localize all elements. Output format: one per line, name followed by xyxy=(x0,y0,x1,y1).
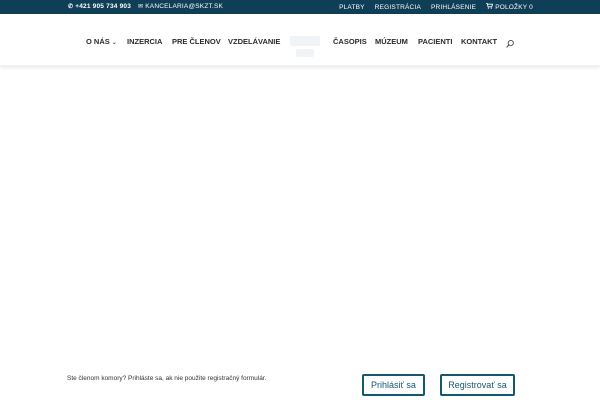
nav-item-vzdelavanie-label: VZDELÁVANIE xyxy=(228,37,281,46)
contact-info: ✆ +421 905 734 903 ✉ KANCELARIA@SKZT.SK xyxy=(68,3,223,10)
nav-item-kontakt-label: KONTAKT xyxy=(461,37,498,46)
login-prompt-text: Ste členom komory? Prihláste sa, ak nie … xyxy=(67,375,267,382)
register-button[interactable]: Registrovať sa xyxy=(440,374,515,396)
search-icon[interactable] xyxy=(505,36,515,48)
link-prihlasenie-label: PRIHLÁSENIE xyxy=(431,3,477,11)
link-platby-label: PLATBY xyxy=(339,3,365,11)
phone-icon: ✆ xyxy=(68,4,74,10)
nav-item-inzercia-label: INZERCIA xyxy=(127,37,163,46)
nav-item-muzeum-label: MÚZEUM xyxy=(375,37,408,46)
email-address: KANCELARIA@SKZT.SK xyxy=(145,3,224,10)
login-prompt-bar: Ste členom komory? Prihláste sa, ak nie … xyxy=(0,364,600,400)
nav-item-o-nas[interactable]: O NÁS ⌄ xyxy=(86,37,117,46)
nav-item-pre-clenov[interactable]: PRE ČLENOV xyxy=(172,37,221,46)
email-link[interactable]: ✉ KANCELARIA@SKZT.SK xyxy=(138,3,223,10)
nav-item-kontakt[interactable]: KONTAKT xyxy=(461,37,497,46)
nav-item-pre-clenov-label: PRE ČLENOV xyxy=(172,37,221,46)
cart-label: POLOŽKY 0 xyxy=(495,3,533,11)
link-platby[interactable]: PLATBY xyxy=(339,4,365,11)
phone-link[interactable]: ✆ +421 905 734 903 xyxy=(68,3,131,10)
nav-item-vzdelavanie[interactable]: VZDELÁVANIE xyxy=(228,37,280,46)
account-links: PLATBY REGISTRÁCIA PRIHLÁSENIE POLOŽKY 0 xyxy=(339,3,533,11)
nav-item-o-nas-label: O NÁS xyxy=(86,37,110,46)
link-registracia[interactable]: REGISTRÁCIA xyxy=(375,4,421,11)
top-bar: ✆ +421 905 734 903 ✉ KANCELARIA@SKZT.SK … xyxy=(0,0,600,14)
nav-item-inzercia[interactable]: INZERCIA xyxy=(127,37,162,46)
link-registracia-label: REGISTRÁCIA xyxy=(374,3,421,11)
logo[interactable] xyxy=(288,34,322,60)
envelope-icon: ✉ xyxy=(138,4,144,10)
cart-icon xyxy=(486,3,494,11)
nav-item-casopis[interactable]: ČASOPIS xyxy=(333,37,367,46)
phone-number: +421 905 734 903 xyxy=(75,3,132,10)
nav-item-pacienti[interactable]: PACIENTI xyxy=(418,37,452,46)
chevron-down-icon: ⌄ xyxy=(111,40,117,46)
nav-item-muzeum[interactable]: MÚZEUM xyxy=(375,37,408,46)
login-button[interactable]: Prihlásiť sa xyxy=(362,374,425,396)
nav-item-pacienti-label: PACIENTI xyxy=(418,37,453,46)
nav-item-casopis-label: ČASOPIS xyxy=(333,37,367,46)
link-prihlasenie[interactable]: PRIHLÁSENIE xyxy=(431,4,476,11)
cart-link[interactable]: POLOŽKY 0 xyxy=(486,3,533,11)
